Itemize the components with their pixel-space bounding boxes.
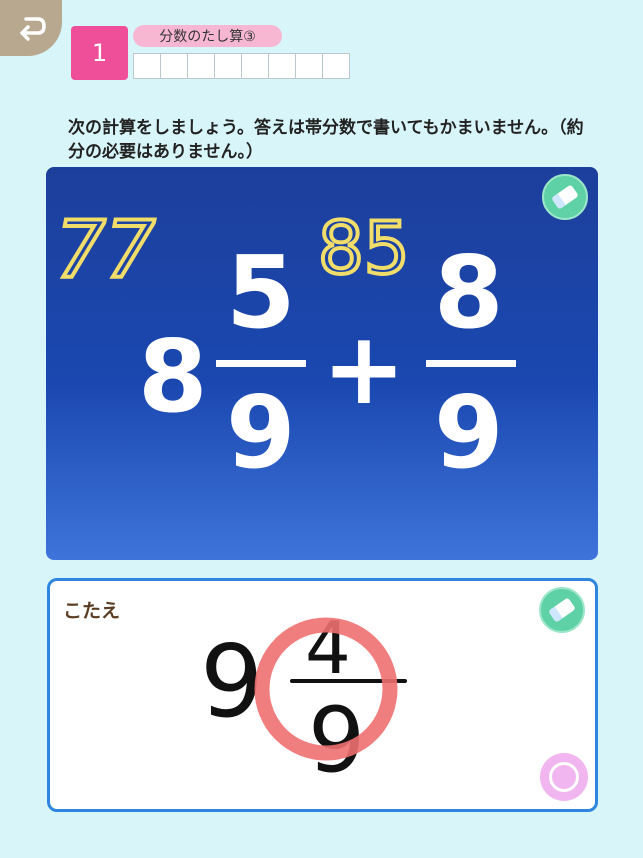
problem-number-badge: 1 [71,26,128,80]
denominator-2: 9 [434,374,504,491]
progress-cell [214,53,242,79]
answer-eraser-button[interactable] [539,587,585,633]
progress-tracker [133,53,350,79]
answer-panel[interactable]: こたえ 9 4 9 [47,578,598,812]
problem-board[interactable]: 77 85 8 5 9 + 8 9 [46,167,598,560]
eraser-icon [548,597,576,623]
board-eraser-button[interactable] [542,174,588,220]
answer-whole: 9 [200,623,264,740]
progress-cell [187,53,215,79]
circle-check-icon [549,762,579,792]
plus-operator: + [322,310,406,427]
progress-cell [295,53,323,79]
progress-cell [322,53,350,79]
instruction-text: 次の計算をしましょう。答えは帯分数で書いてもかまいません。（約分の必要はありませ… [68,118,584,162]
denominator-1: 9 [226,374,296,491]
back-button[interactable] [0,0,62,56]
fraction-bar-2 [426,360,516,367]
numerator-2: 8 [434,234,504,351]
progress-cell [160,53,188,79]
eraser-icon [551,184,579,210]
numerator-1: 5 [226,234,296,351]
scratch-work-85: 85 [318,206,410,290]
whole-number: 8 [138,318,208,435]
answer-canvas: 9 4 9 [200,606,407,793]
scratch-work-77: 77 [56,206,155,296]
progress-cell [241,53,269,79]
progress-cell [268,53,296,79]
check-answer-button[interactable] [540,753,588,801]
lesson-title: 分数のたし算③ [133,25,282,47]
problem-canvas: 77 85 8 5 9 + 8 9 [54,204,516,491]
back-arrow-icon [20,17,46,41]
progress-cell [133,53,161,79]
fraction-bar-1 [216,360,306,367]
